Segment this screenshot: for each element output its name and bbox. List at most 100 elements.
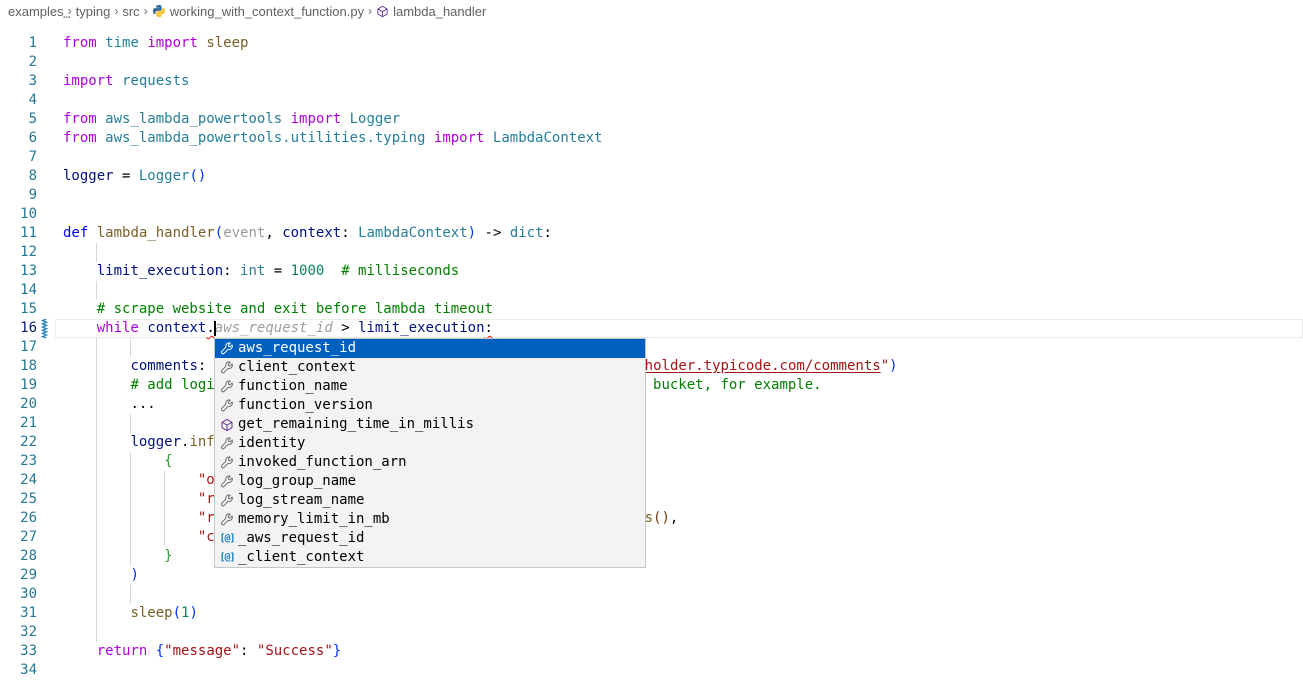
line-number[interactable]: 23 xyxy=(0,452,37,471)
breadcrumb-item-working_with_context_function.py[interactable]: working_with_context_function.py xyxy=(152,4,364,19)
suggestion-item-log_group_name[interactable]: log_group_name xyxy=(215,472,645,491)
line-content: { xyxy=(63,452,173,471)
gutter-modified-indicator xyxy=(41,319,48,338)
code-line[interactable]: 22 logger.info( xyxy=(0,433,1303,452)
line-number[interactable]: 32 xyxy=(0,623,37,642)
code-line[interactable]: 21 xyxy=(0,414,1303,433)
suggestion-item-_client_context[interactable]: [@]_client_context xyxy=(215,548,645,567)
line-number[interactable]: 15 xyxy=(0,300,37,319)
line-number[interactable]: 34 xyxy=(0,661,37,680)
code-line[interactable]: 10 xyxy=(0,205,1303,224)
code-line[interactable]: 33 return {"message": "Success"} xyxy=(0,642,1303,661)
line-number[interactable]: 27 xyxy=(0,528,37,547)
line-number[interactable]: 4 xyxy=(0,91,37,110)
code-line[interactable]: 13 limit_execution: int = 1000 # millise… xyxy=(0,262,1303,281)
line-number[interactable]: 11 xyxy=(0,224,37,243)
line-number[interactable]: 25 xyxy=(0,490,37,509)
symbol-property-icon xyxy=(219,398,235,414)
code-line[interactable]: 12 xyxy=(0,243,1303,262)
suggestion-item-log_stream_name[interactable]: log_stream_name xyxy=(215,491,645,510)
code-line[interactable]: 15 # scrape website and exit before lamb… xyxy=(0,300,1303,319)
code-line[interactable]: 25 "request_id": context.aws_request_id, xyxy=(0,490,1303,509)
code-line[interactable]: 32 xyxy=(0,623,1303,642)
line-number[interactable]: 9 xyxy=(0,186,37,205)
code-line[interactable]: 31 sleep(1) xyxy=(0,604,1303,623)
breadcrumb-item-lambda_handler[interactable]: lambda_handler xyxy=(376,4,486,19)
code-line[interactable]: 26 "remaining_time": context.get_remaini… xyxy=(0,509,1303,528)
line-number[interactable]: 7 xyxy=(0,148,37,167)
text-cursor xyxy=(214,321,216,336)
suggestion-item-client_context[interactable]: client_context xyxy=(215,358,645,377)
line-number[interactable]: 12 xyxy=(0,243,37,262)
line-number[interactable]: 20 xyxy=(0,395,37,414)
code-line[interactable]: 2 xyxy=(0,53,1303,72)
line-number[interactable]: 5 xyxy=(0,110,37,129)
line-number[interactable]: 1 xyxy=(0,34,37,53)
line-number[interactable]: 6 xyxy=(0,129,37,148)
code-line[interactable]: 20 ... xyxy=(0,395,1303,414)
suggestion-item-aws_request_id[interactable]: aws_request_id xyxy=(215,339,645,358)
line-content: logger = Logger() xyxy=(63,167,206,186)
breadcrumb-item-src[interactable]: src xyxy=(122,4,139,19)
line-content: import requests xyxy=(63,72,189,91)
code-line[interactable]: 5from aws_lambda_powertools import Logge… xyxy=(0,110,1303,129)
line-number[interactable]: 14 xyxy=(0,281,37,300)
code-line[interactable]: 23 { xyxy=(0,452,1303,471)
line-number[interactable]: 18 xyxy=(0,357,37,376)
line-number[interactable]: 10 xyxy=(0,205,37,224)
code-line[interactable]: 16 while context.aws_request_id > limit_… xyxy=(0,319,1303,338)
code-line[interactable]: 24 "operation": "scrape", xyxy=(0,471,1303,490)
folded-region-indicator[interactable]: ⋯ xyxy=(63,11,71,23)
line-number[interactable]: 24 xyxy=(0,471,37,490)
suggestion-item-invoked_function_arn[interactable]: invoked_function_arn xyxy=(215,453,645,472)
code-line[interactable]: 17 xyxy=(0,338,1303,357)
line-content: return {"message": "Success"} xyxy=(63,642,341,661)
line-number[interactable]: 8 xyxy=(0,167,37,186)
code-line[interactable]: 30 xyxy=(0,585,1303,604)
symbol-property-icon xyxy=(219,436,235,452)
code-line[interactable]: 19 # add logic to store all scraped comm… xyxy=(0,376,1303,395)
suggest-widget[interactable]: aws_request_idclient_contextfunction_nam… xyxy=(214,338,646,568)
suggestion-item-memory_limit_in_mb[interactable]: memory_limit_in_mb xyxy=(215,510,645,529)
code-line[interactable]: 9 xyxy=(0,186,1303,205)
line-number[interactable]: 19 xyxy=(0,376,37,395)
suggestion-label: identity xyxy=(238,434,305,453)
code-line[interactable]: 11def lambda_handler(event, context: Lam… xyxy=(0,224,1303,243)
line-number[interactable]: 17 xyxy=(0,338,37,357)
line-number[interactable]: 21 xyxy=(0,414,37,433)
suggestion-item-get_remaining_time_in_millis[interactable]: get_remaining_time_in_millis xyxy=(215,415,645,434)
breadcrumb-item-typing[interactable]: typing xyxy=(76,4,111,19)
code-line[interactable]: 18 comments: requests.Response = request… xyxy=(0,357,1303,376)
line-number[interactable]: 16 xyxy=(0,319,37,338)
code-line[interactable]: 6from aws_lambda_powertools.utilities.ty… xyxy=(0,129,1303,148)
line-content: from time import sleep xyxy=(63,34,248,53)
suggestion-item-_aws_request_id[interactable]: [@]_aws_request_id xyxy=(215,529,645,548)
line-content: ... xyxy=(63,395,156,414)
code-line[interactable]: 14 xyxy=(0,281,1303,300)
code-line[interactable]: 8 logger = Logger() xyxy=(0,167,1303,186)
code-line[interactable]: 34 xyxy=(0,661,1303,680)
suggestion-item-identity[interactable]: identity xyxy=(215,434,645,453)
line-number[interactable]: 13 xyxy=(0,262,37,281)
line-number[interactable]: 31 xyxy=(0,604,37,623)
suggestion-item-function_version[interactable]: function_version xyxy=(215,396,645,415)
code-editor[interactable]: 1 from time import sleep 23 import requests… xyxy=(0,34,1303,680)
line-number[interactable]: 30 xyxy=(0,585,37,604)
breadcrumb-item-examples[interactable]: examples xyxy=(8,4,64,19)
line-number[interactable]: 3 xyxy=(0,72,37,91)
code-line[interactable]: 28 } xyxy=(0,547,1303,566)
suggestion-label: _client_context xyxy=(238,548,364,567)
suggestion-item-function_name[interactable]: function_name xyxy=(215,377,645,396)
code-line[interactable]: 1 from time import sleep xyxy=(0,34,1303,53)
code-line[interactable]: 3 import requests xyxy=(0,72,1303,91)
code-line[interactable]: 4 xyxy=(0,91,1303,110)
code-line[interactable]: 7 xyxy=(0,148,1303,167)
line-number[interactable]: 22 xyxy=(0,433,37,452)
code-line[interactable]: 27 "cold_start": False, xyxy=(0,528,1303,547)
code-line[interactable]: 29 ) xyxy=(0,566,1303,585)
line-number[interactable]: 29 xyxy=(0,566,37,585)
line-number[interactable]: 2 xyxy=(0,53,37,72)
line-number[interactable]: 33 xyxy=(0,642,37,661)
line-number[interactable]: 28 xyxy=(0,547,37,566)
line-number[interactable]: 26 xyxy=(0,509,37,528)
